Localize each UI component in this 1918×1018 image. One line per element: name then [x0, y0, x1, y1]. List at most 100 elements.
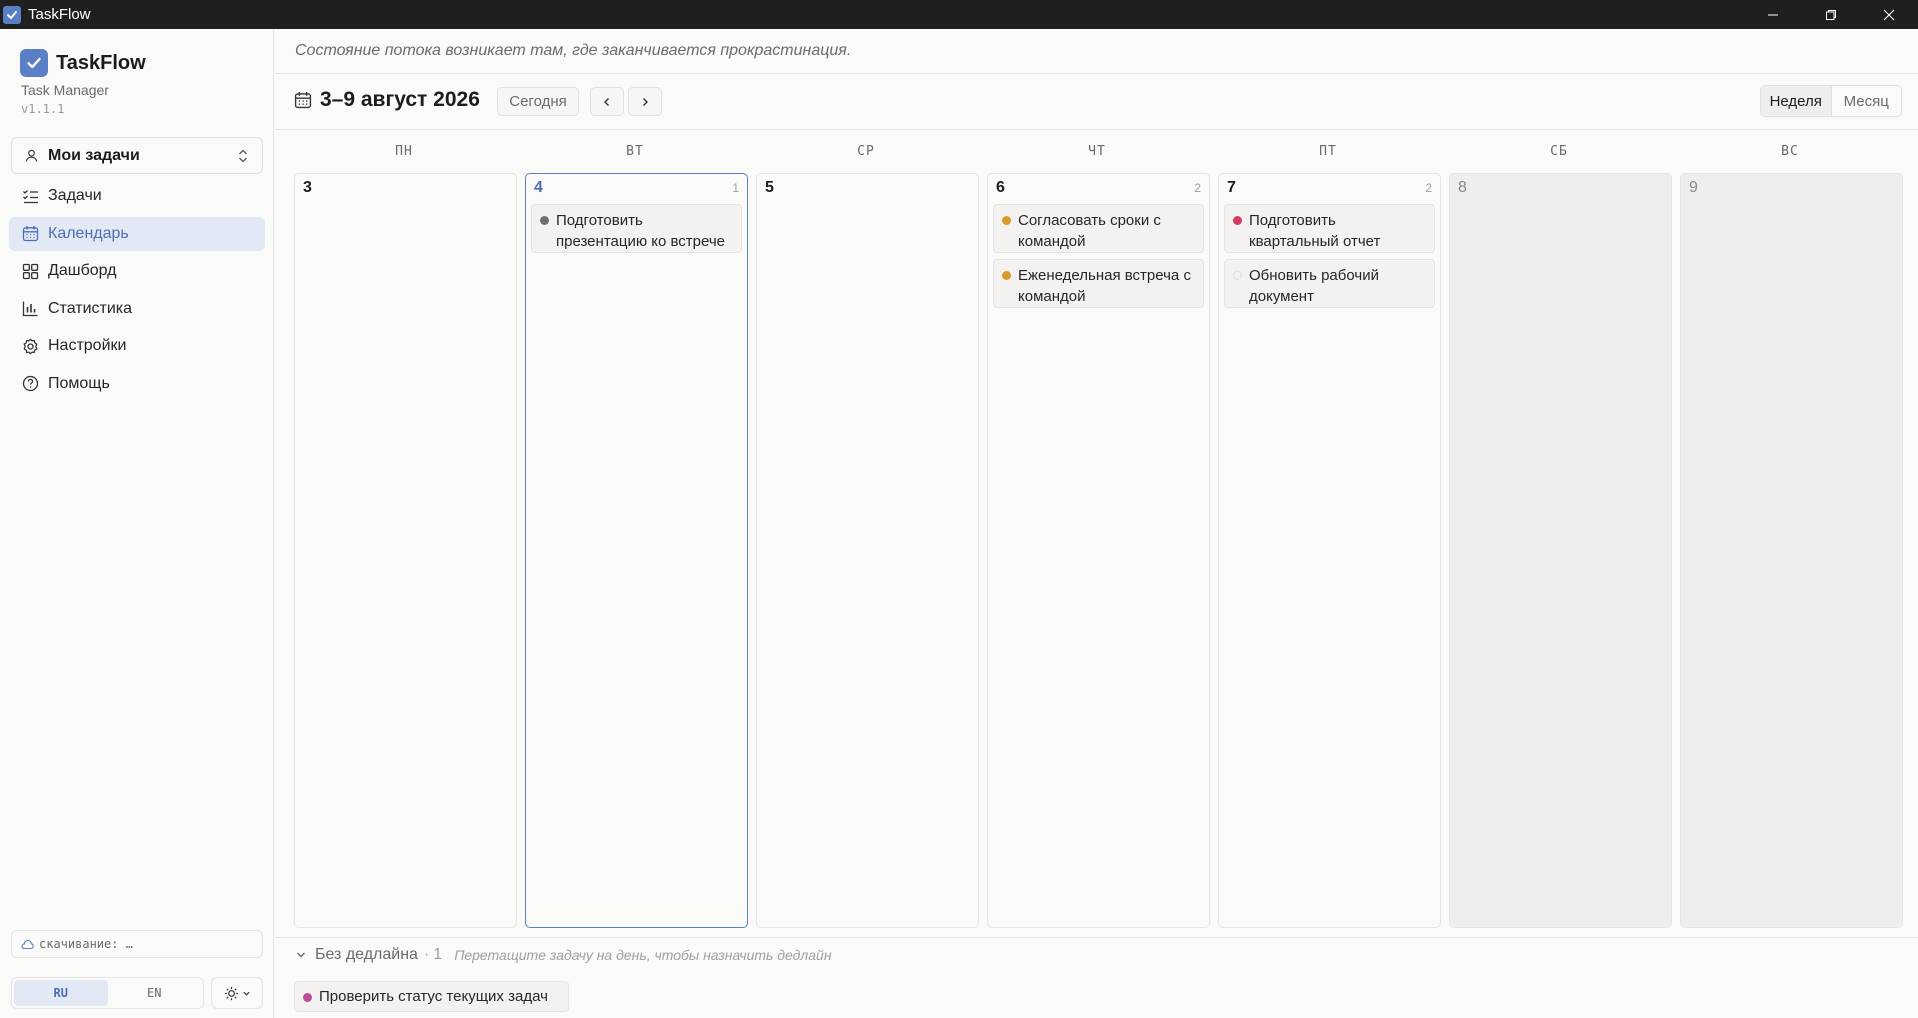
task-title: Еженедельная встреча с командой — [1018, 267, 1191, 305]
date-range-title: 3–9 август 2026 — [320, 88, 480, 111]
task-card[interactable]: Проверить статус текущих задач — [294, 981, 569, 1012]
restore-button[interactable] — [1802, 0, 1860, 29]
no-deadline-section: Без дедлайна · 1 Перетащите задачу на де… — [275, 937, 1918, 1018]
sidebar-item-label: Настройки — [48, 337, 127, 354]
day-number: 3 — [303, 179, 312, 196]
priority-dot — [1002, 271, 1011, 280]
no-deadline-hint: Перетащите задачу на день, чтобы назначи… — [454, 947, 832, 963]
next-week-button[interactable] — [628, 87, 662, 116]
weekday-label: СР — [857, 144, 875, 159]
task-card[interactable]: Подготовить презентацию ко встрече — [531, 204, 742, 253]
task-title: Подготовить квартальный отчет — [1249, 212, 1381, 250]
task-card[interactable]: Еженедельная встреча с командой — [993, 259, 1204, 308]
cloud-icon — [21, 939, 34, 949]
task-card[interactable]: Подготовить квартальный отчет — [1224, 204, 1435, 253]
task-title: Подготовить презентацию ко встрече — [556, 212, 725, 250]
day-cell-fri[interactable]: 7 2 Подготовить квартальный отчет Обнови… — [1218, 173, 1441, 928]
sidebar-item-label: Задачи — [48, 187, 102, 204]
window-title: TaskFlow — [28, 6, 91, 23]
view-month-button[interactable]: Месяц — [1832, 86, 1902, 116]
no-deadline-count: 1 — [433, 946, 443, 963]
sidebar-item-label: Дашборд — [48, 262, 117, 279]
day-cell-thu[interactable]: 6 2 Согласовать сроки с командой Еженеде… — [987, 173, 1210, 928]
sidebar-item-tasks[interactable]: Задачи — [9, 179, 265, 213]
close-button[interactable] — [1860, 0, 1918, 29]
calendar-icon — [294, 92, 312, 109]
chevron-down-icon — [297, 952, 305, 958]
day-number: 6 — [996, 179, 1005, 196]
workspace-label: Мои задачи — [48, 146, 140, 164]
day-cell-sat[interactable]: 8 — [1449, 173, 1672, 928]
weekday-label: ПТ — [1319, 144, 1337, 159]
sidebar-item-statistics[interactable]: Статистика — [9, 292, 265, 326]
day-number: 8 — [1458, 179, 1467, 196]
view-week-button[interactable]: Неделя — [1761, 86, 1832, 116]
gear-icon — [21, 337, 39, 355]
sidebar-item-label: Календарь — [48, 224, 129, 242]
workspace-selector[interactable]: Мои задачи — [11, 137, 263, 174]
brand: TaskFlow — [20, 49, 146, 77]
day-number: 5 — [765, 179, 774, 196]
motivational-quote: Состояние потока возникает там, где зака… — [275, 29, 1918, 74]
no-deadline-toggle[interactable]: Без дедлайна · 1 Перетащите задачу на де… — [295, 946, 832, 964]
task-card[interactable]: Согласовать сроки с командой — [993, 204, 1204, 253]
task-title: Согласовать сроки с командой — [1018, 212, 1161, 250]
weekday-header: ПН ВТ СР ЧТ ПТ СБ ВС — [293, 144, 1901, 164]
day-cell-mon[interactable]: 3 — [294, 173, 517, 928]
weekday-label: СБ — [1550, 144, 1568, 159]
chevrons-up-down-icon — [239, 149, 247, 163]
weekday-label: ВС — [1781, 144, 1799, 159]
restore-icon — [1826, 9, 1836, 20]
chevron-left-icon — [604, 97, 609, 106]
minimize-button[interactable] — [1744, 0, 1802, 29]
priority-dot — [1233, 216, 1242, 225]
user-icon — [25, 149, 38, 162]
app-version: v1.1.1 — [21, 102, 65, 116]
sidebar-item-label: Помощь — [48, 374, 110, 392]
sidebar-item-settings[interactable]: Настройки — [9, 329, 265, 363]
theme-toggle-button[interactable] — [211, 977, 263, 1009]
sidebar-item-help[interactable]: Помощь — [9, 367, 265, 401]
help-circle-icon — [21, 375, 39, 393]
weekday-label: ВТ — [626, 144, 644, 159]
sun-icon — [224, 986, 238, 1000]
no-deadline-separator: · — [423, 946, 430, 963]
no-deadline-label: Без дедлайна — [315, 946, 418, 963]
task-title: Обновить рабочий документ — [1249, 267, 1379, 305]
chevron-down-icon — [242, 991, 250, 996]
app-name: TaskFlow — [56, 51, 146, 74]
sidebar-item-dashboard[interactable]: Дашборд — [9, 254, 265, 288]
close-icon — [1883, 9, 1895, 20]
day-task-count: 2 — [1194, 181, 1201, 195]
day-cell-tue-today[interactable]: 4 1 Подготовить презентацию ко встрече — [525, 173, 748, 928]
language-switcher: RU EN — [11, 977, 204, 1009]
day-number: 7 — [1227, 179, 1236, 196]
sidebar-item-calendar[interactable]: Календарь — [9, 216, 265, 251]
day-cell-wed[interactable]: 5 — [756, 173, 979, 928]
weekday-label: ПН — [395, 144, 413, 159]
logo-check-icon — [20, 49, 48, 77]
day-number: 9 — [1689, 179, 1698, 196]
bar-chart-icon — [21, 300, 39, 318]
sync-status: скачивание: … — [11, 930, 263, 958]
chevron-right-icon — [643, 97, 648, 106]
day-cell-sun[interactable]: 9 — [1680, 173, 1903, 928]
weekday-label: ЧТ — [1088, 144, 1106, 159]
date-range: 3–9 август 2026 — [294, 88, 480, 112]
app-subtitle: Task Manager — [21, 82, 109, 98]
app-check-icon — [3, 5, 21, 24]
prev-week-button[interactable] — [590, 87, 624, 116]
list-checks-icon — [21, 187, 39, 205]
day-number: 4 — [534, 179, 543, 196]
sidebar-item-label: Статистика — [48, 299, 133, 317]
sidebar-nav: Задачи Календарь Дашборд Статистика Наст… — [9, 179, 265, 404]
day-task-count: 1 — [732, 181, 739, 195]
lang-en-button[interactable]: EN — [108, 980, 202, 1006]
priority-dot — [540, 216, 549, 225]
sidebar: TaskFlow Task Manager v1.1.1 Мои задачи … — [0, 29, 274, 1018]
lang-ru-button[interactable]: RU — [14, 980, 108, 1006]
window-titlebar: TaskFlow — [0, 0, 1918, 29]
priority-dot — [303, 993, 312, 1002]
today-button[interactable]: Сегодня — [497, 87, 579, 116]
task-card[interactable]: Обновить рабочий документ — [1224, 259, 1435, 308]
